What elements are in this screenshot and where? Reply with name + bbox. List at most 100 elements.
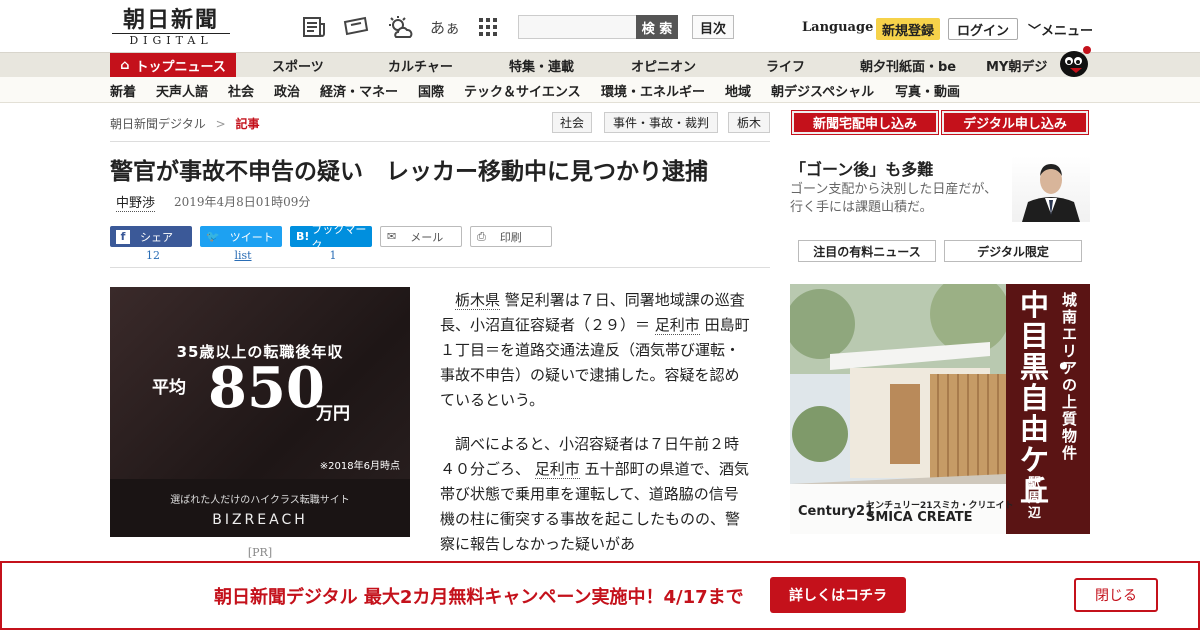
sidebar-summary[interactable]: ゴーン支配から決別した日産だが、行く手には課題山積だ。 <box>790 181 1000 217</box>
twitter-list-link[interactable]: list <box>202 249 284 262</box>
nav-region[interactable]: 地域 <box>725 77 751 103</box>
nav-latest[interactable]: 新着 <box>110 77 136 103</box>
paid-news-button[interactable]: 注目の有料ニュース <box>798 240 936 262</box>
nav-culture[interactable]: カルチャー <box>388 53 453 78</box>
weather-icon[interactable] <box>386 14 414 40</box>
divider <box>110 267 770 268</box>
ad-suffix: 万円 <box>316 404 350 424</box>
pr-label: [PR] <box>247 546 273 559</box>
facebook-count: 12 <box>146 249 160 262</box>
twitter-icon: 🐦 <box>206 230 220 243</box>
logo-sub: DIGITAL <box>112 33 230 48</box>
font-size-icon[interactable]: あぁ <box>430 14 460 40</box>
ad-note: ※2018年6月時点 <box>319 461 400 472</box>
menu-button[interactable]: ﹀メニュー <box>1028 20 1093 39</box>
nav-tech-science[interactable]: テック＆サイエンス <box>464 77 581 103</box>
keyword-link[interactable]: 足利市 <box>534 460 580 479</box>
facebook-share-button[interactable]: f シェア <box>110 226 192 247</box>
author-link[interactable]: 中野渉 <box>116 192 156 212</box>
campaign-text: 朝日新聞デジタル 最大2カ月無料キャンペーン実施中！4/17まで <box>214 587 744 608</box>
grid-menu-icon[interactable] <box>474 14 502 40</box>
hatena-icon: B! <box>296 230 310 243</box>
mascot-icon[interactable] <box>1056 44 1092 78</box>
nav-papers[interactable]: 朝夕刊紙面・be <box>860 53 956 78</box>
language-link[interactable]: Language <box>802 20 873 35</box>
tag-society[interactable]: 社会 <box>552 112 592 133</box>
nav-opinion[interactable]: オピニオン <box>631 53 696 78</box>
nav-my-asadigi[interactable]: MY朝デジ <box>986 53 1047 78</box>
ad-title: 中目黒・自由ケ丘 <box>1020 288 1079 508</box>
nav-economy[interactable]: 経済・マネー <box>320 77 398 103</box>
tag-incidents[interactable]: 事件・事故・裁判 <box>604 112 718 133</box>
search-input[interactable] <box>518 15 638 39</box>
hatena-count: 1 <box>329 249 337 262</box>
chevron-down-icon: ﹀ <box>1028 24 1042 39</box>
nav-top-news[interactable]: ⌂ トップニュース <box>110 53 236 78</box>
article-body: 栃木県 警足利署は７日、同署地域課の巡査長、小沼直征容疑者（２９）＝ 足利市 田… <box>440 288 752 576</box>
campaign-details-button[interactable]: 詳しくはコチラ <box>770 577 906 613</box>
nav-international[interactable]: 国際 <box>418 77 444 103</box>
breadcrumb: 朝日新聞デジタル > 記事 <box>110 115 260 132</box>
nav-environment[interactable]: 環境・エネルギー <box>601 77 705 103</box>
nav-sports[interactable]: スポーツ <box>272 53 324 78</box>
ticket-icon[interactable] <box>342 14 370 40</box>
mail-button[interactable]: ✉ メール <box>380 226 462 247</box>
paragraph: 栃木県 警足利署は７日、同署地域課の巡査長、小沼直征容疑者（２９）＝ 足利市 田… <box>440 288 752 413</box>
breadcrumb-separator: > <box>215 117 226 131</box>
sidebar-headline[interactable]: 「ゴーン後」も多難 <box>790 156 933 180</box>
nav-tenseijingo[interactable]: 天声人語 <box>156 77 208 103</box>
ad-company-en: SMICA CREATE <box>866 510 973 525</box>
ad-footer: 選ばれた人だけのハイクラス転職サイト BIZREACH <box>110 479 410 537</box>
subscribe-digital-button[interactable]: デジタル申し込み <box>941 110 1089 135</box>
article-date: 2019年4月8日01時09分 <box>174 195 311 209</box>
century21-logo: Century21 <box>798 504 875 519</box>
menu-label: メニュー <box>1041 24 1094 39</box>
ad-station: 駅周辺 <box>1028 476 1042 521</box>
primary-nav: ⌂ トップニュース スポーツ カルチャー 特集・連載 オピニオン ライフ 朝夕刊紙… <box>0 52 1200 78</box>
mail-icon: ✉ <box>387 230 397 243</box>
nav-politics[interactable]: 政治 <box>274 77 300 103</box>
close-banner-button[interactable]: 閉じる <box>1074 578 1158 612</box>
digital-only-button[interactable]: デジタル限定 <box>944 240 1082 262</box>
share-label: 印刷 <box>499 230 522 244</box>
campaign-banner: 朝日新聞デジタル 最大2カ月無料キャンペーン実施中！4/17まで 詳しくはコチラ… <box>0 561 1200 630</box>
divider <box>110 141 770 142</box>
ad-brand: BIZREACH <box>212 512 308 528</box>
register-button[interactable]: 新規登録 <box>876 18 940 40</box>
search-button[interactable]: 検 索 <box>636 15 678 39</box>
keyword-link[interactable]: 栃木県 <box>455 291 501 310</box>
facebook-icon: f <box>116 229 130 244</box>
subscribe-paper-button[interactable]: 新聞宅配申し込み <box>791 110 939 135</box>
ad-number: 850 <box>208 355 325 421</box>
share-label: シェア <box>140 230 173 244</box>
breadcrumb-current: 記事 <box>235 117 260 131</box>
bizreach-ad[interactable]: 35歳以上の転職後年収 平均 850 万円 ※2018年6月時点 選ばれた人だけ… <box>110 287 410 537</box>
newspaper-icon[interactable] <box>300 14 328 40</box>
contents-button[interactable]: 目次 <box>692 15 734 39</box>
tag-tochigi[interactable]: 栃木 <box>728 112 770 133</box>
asahi-logo[interactable]: 朝日新聞 DIGITAL <box>112 8 230 48</box>
logo-main: 朝日新聞 <box>122 7 219 33</box>
nav-society[interactable]: 社会 <box>228 77 254 103</box>
login-button[interactable]: ログイン <box>948 18 1018 40</box>
nav-photo-video[interactable]: 写真・動画 <box>895 77 960 103</box>
share-label: ブックマーク <box>311 222 367 252</box>
real-estate-ad[interactable]: 城南エリアの上質物件 中目黒・自由ケ丘 駅周辺 Century21 センチュリー… <box>790 284 1090 534</box>
nav-label: トップニュース <box>135 60 226 75</box>
ad-prefix: 平均 <box>152 378 186 398</box>
share-label: メール <box>410 230 444 244</box>
nav-life[interactable]: ライフ <box>766 53 805 78</box>
print-icon: ⎙ <box>477 229 486 243</box>
nav-special[interactable]: 朝デジスペシャル <box>771 77 874 103</box>
ad-tagline: 選ばれた人だけのハイクラス転職サイト <box>170 495 350 506</box>
nav-features[interactable]: 特集・連載 <box>509 53 574 78</box>
paragraph: 調べによると、小沼容疑者は７日午前２時４０分ごろ、 足利市 五十部町の県道で、酒… <box>440 432 752 557</box>
keyword-link[interactable]: 足利市 <box>654 316 700 335</box>
hatena-bookmark-button[interactable]: B! ブックマーク <box>290 223 372 252</box>
share-label: ツイート <box>229 230 274 244</box>
breadcrumb-home[interactable]: 朝日新聞デジタル <box>110 117 206 131</box>
news-photo[interactable] <box>1012 156 1090 222</box>
twitter-share-button[interactable]: 🐦 ツイート <box>200 226 282 247</box>
print-button[interactable]: ⎙ 印刷 <box>470 226 552 247</box>
site-header: 朝日新聞 DIGITAL あぁ 検 索 目次 Language 新規登録 ログイ… <box>0 0 1200 52</box>
